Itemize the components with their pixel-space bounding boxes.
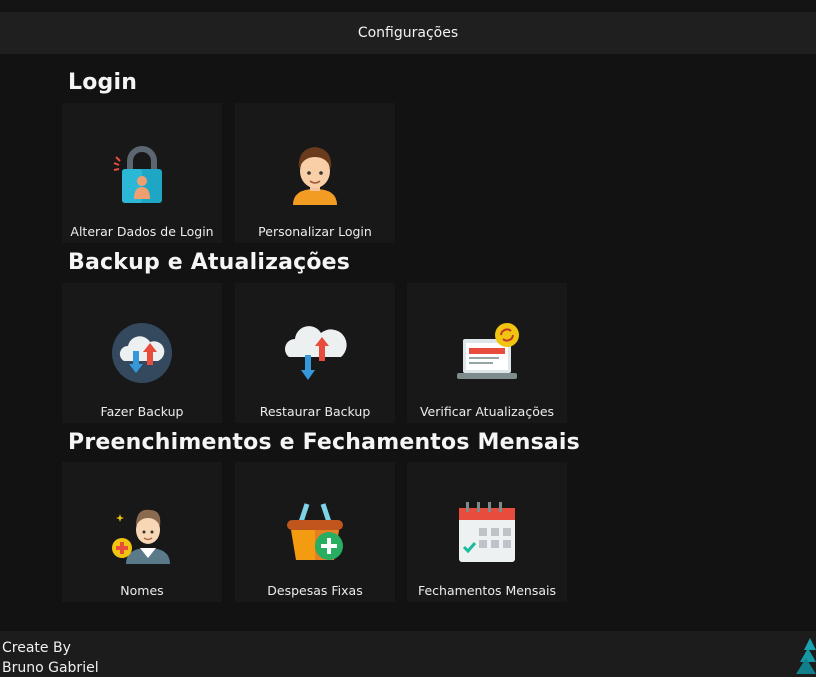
- window-top-strip: [0, 0, 816, 12]
- section-title-login: Login: [68, 70, 138, 95]
- user-avatar-icon: [293, 147, 337, 205]
- tile-label: Fechamentos Mensais: [417, 583, 557, 598]
- tile-verificar-atualizacoes[interactable]: Verificar Atualizações: [407, 283, 567, 423]
- window-titlebar: Configurações: [0, 12, 816, 54]
- tree-logo-icon: [796, 638, 816, 674]
- section-title-preenchimentos: Preenchimentos e Fechamentos Mensais: [68, 430, 580, 455]
- tile-label: Fazer Backup: [100, 404, 184, 419]
- section-title-backup: Backup e Atualizações: [68, 250, 351, 275]
- footer: Create By Bruno Gabriel: [0, 631, 816, 677]
- tile-nomes[interactable]: Nomes: [62, 462, 222, 602]
- tile-label: Personalizar Login: [258, 224, 372, 239]
- tile-fechamentos-mensais[interactable]: Fechamentos Mensais: [407, 462, 567, 602]
- tile-label: Restaurar Backup: [259, 404, 371, 419]
- cloud-sync-icon: [285, 326, 347, 380]
- tile-alterar-dados-login[interactable]: Alterar Dados de Login: [62, 103, 222, 243]
- person-add-icon: [112, 509, 170, 564]
- padlock-user-icon: [113, 146, 162, 203]
- tile-restaurar-backup[interactable]: Restaurar Backup: [235, 283, 395, 423]
- footer-credit-line2: Bruno Gabriel: [2, 660, 99, 676]
- tile-label: Despesas Fixas: [267, 583, 363, 598]
- calendar-check-icon: [459, 502, 515, 562]
- tile-despesas-fixas[interactable]: Despesas Fixas: [235, 462, 395, 602]
- tile-personalizar-login[interactable]: Personalizar Login: [235, 103, 395, 243]
- laptop-update-icon: [457, 323, 519, 379]
- tile-label: Verificar Atualizações: [419, 404, 555, 419]
- tile-label: Alterar Dados de Login: [70, 224, 214, 239]
- cloud-upload-download-icon: [112, 323, 172, 383]
- footer-credit-line1: Create By: [2, 640, 71, 656]
- tile-label: Nomes: [120, 583, 164, 598]
- basket-add-icon: [287, 503, 343, 560]
- window-title: Configurações: [357, 25, 459, 41]
- tile-fazer-backup[interactable]: Fazer Backup: [62, 283, 222, 423]
